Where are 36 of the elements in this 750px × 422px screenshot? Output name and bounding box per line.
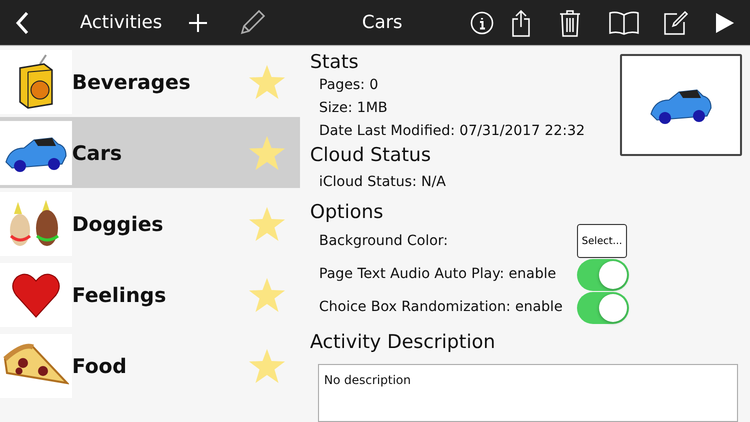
activity-item[interactable]: Beverages (0, 46, 300, 117)
screen-title: Cars (362, 12, 402, 33)
stat-text: Pages: 0 (319, 76, 380, 95)
section-heading: Cloud Status (310, 143, 432, 167)
stat-text: Size: 1MB (319, 99, 388, 118)
info-icon[interactable] (470, 10, 494, 34)
book-icon[interactable] (609, 10, 640, 34)
share-icon[interactable] (511, 8, 532, 36)
activity-item[interactable]: Cars (0, 117, 300, 188)
option-label: Background Color: (319, 232, 449, 250)
edit-icon[interactable] (663, 10, 690, 36)
section-heading: Options (310, 200, 384, 224)
star-icon[interactable] (248, 134, 286, 170)
section-heading: Stats (310, 50, 360, 74)
select-button[interactable]: Select... (577, 224, 627, 258)
section-heading: Activity Description (310, 330, 496, 354)
activity-item[interactable]: Food (0, 330, 300, 401)
activity-item[interactable]: Feelings (0, 259, 300, 330)
star-icon[interactable] (248, 64, 286, 100)
pencil-icon[interactable] (238, 8, 266, 36)
trash-icon[interactable] (559, 8, 582, 36)
status-text: iCloud Status: N/A (319, 173, 447, 192)
star-icon[interactable] (248, 206, 286, 242)
activity-item[interactable]: Doggies (0, 188, 300, 259)
toggle-switch[interactable] (577, 292, 629, 324)
option-label: Page Text Audio Auto Play: enable (319, 265, 558, 284)
stat-text: Date Last Modified: 07/31/2017 22:32 (319, 122, 585, 141)
star-icon[interactable] (248, 276, 286, 312)
option-label: Choice Box Randomization: enable (319, 298, 564, 317)
play-icon[interactable] (715, 12, 736, 34)
add-button[interactable] (188, 12, 208, 32)
list-title: Activities (80, 12, 162, 33)
description-field[interactable]: No description (318, 364, 738, 422)
star-icon[interactable] (248, 348, 286, 384)
back-chevron-icon (15, 10, 29, 34)
toggle-switch[interactable] (577, 258, 629, 290)
